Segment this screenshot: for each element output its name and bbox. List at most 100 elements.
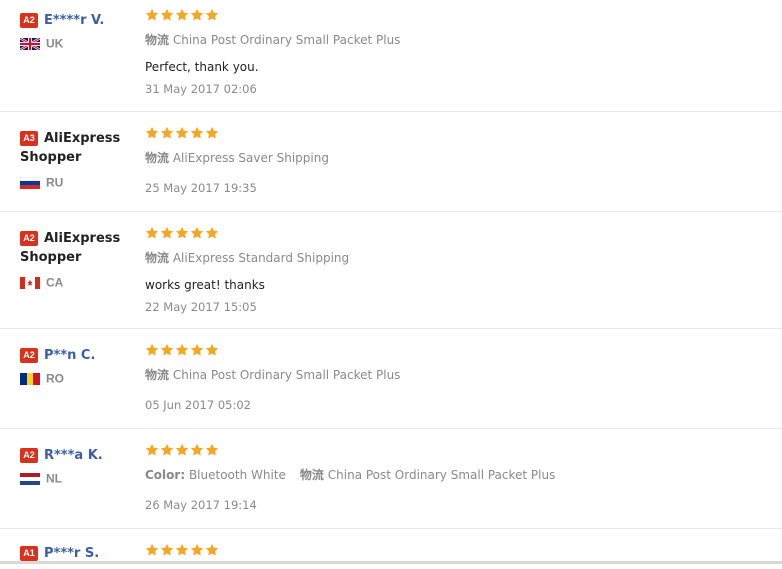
star-rating: [145, 543, 782, 561]
color-label: Color:: [145, 468, 186, 482]
star-icon: [190, 343, 204, 357]
shipping-method: AliExpress Standard Shipping: [172, 251, 350, 265]
reviewer-name[interactable]: R***a K.: [44, 448, 103, 463]
shipping-label: 物流: [145, 151, 170, 165]
star-icon: [145, 443, 159, 457]
country-code: CA: [46, 275, 64, 290]
product-info: Color: Bluetooth White 物流 China Post Ordi…: [145, 466, 782, 483]
star-icon: [190, 443, 204, 457]
star-icon: [145, 343, 159, 357]
buyer-level-badge: A2: [20, 448, 38, 463]
shipping-info: 物流 China Post Ordinary Small Packet Plus: [145, 31, 782, 48]
star-icon: [160, 543, 174, 557]
review-comment: Perfect, thank you.: [145, 60, 259, 74]
star-icon: [205, 543, 219, 557]
country-code: RO: [46, 371, 64, 386]
star-rating: [145, 126, 782, 144]
review-date: 22 May 2017 15:05: [145, 300, 257, 314]
review-date: 31 May 2017 02:06: [145, 82, 257, 96]
reviewer-country: UK: [20, 36, 138, 51]
star-icon: [190, 226, 204, 240]
shipping-label: 物流: [145, 368, 170, 382]
reviewer-info: A1 P***r S.: [20, 543, 138, 562]
reviewer-name: AliExpress: [44, 231, 121, 246]
shipping-label: 物流: [145, 251, 170, 265]
review-content: [145, 543, 782, 561]
country-code: UK: [46, 36, 64, 51]
star-icon: [160, 443, 174, 457]
star-icon: [160, 226, 174, 240]
uk-flag-icon: [20, 37, 40, 50]
romania-flag-icon: [20, 372, 40, 385]
star-icon: [160, 343, 174, 357]
reviewer-info: A2 P**n C. RO: [20, 345, 138, 386]
reviewer-info: A2 E****r V. UK: [20, 10, 138, 51]
buyer-level-badge: A1: [20, 546, 38, 561]
russia-flag-icon: [20, 176, 40, 189]
reviewer-name-line2: Shopper: [20, 150, 82, 165]
review-content: 物流 AliExpress Standard Shipping works gr…: [145, 226, 782, 314]
review-content: 物流 AliExpress Saver Shipping 25 May 2017…: [145, 126, 782, 195]
review-content: Color: Bluetooth White 物流 China Post Ordi…: [145, 443, 782, 512]
review-date: 26 May 2017 19:14: [145, 498, 257, 512]
reviewer-name[interactable]: P***r S.: [44, 546, 99, 561]
reviewer-country: RO: [20, 371, 138, 386]
star-icon: [175, 126, 189, 140]
shipping-info: 物流 AliExpress Saver Shipping: [145, 149, 782, 166]
star-icon: [205, 126, 219, 140]
star-icon: [205, 8, 219, 22]
star-icon: [160, 126, 174, 140]
review-date: 25 May 2017 19:35: [145, 181, 257, 195]
star-icon: [145, 543, 159, 557]
star-rating: [145, 8, 782, 26]
buyer-level-badge: A2: [20, 13, 38, 28]
shipping-method: China Post Ordinary Small Packet Plus: [327, 468, 556, 482]
shipping-method: China Post Ordinary Small Packet Plus: [172, 33, 401, 47]
reviewer-name: AliExpress: [44, 131, 121, 146]
star-icon: [175, 226, 189, 240]
reviewer-info: A3 AliExpress Shopper RU: [20, 128, 138, 190]
netherlands-flag-icon: [20, 472, 40, 485]
star-rating: [145, 443, 782, 461]
review-item: A2 R***a K. NL Color: Bluetooth White 物流 C…: [0, 429, 782, 529]
shipping-label: 物流: [299, 468, 324, 482]
review-item: A2 E****r V. UK 物流 China Post Ordinary Sm…: [0, 0, 782, 112]
reviewer-country: NL: [20, 471, 138, 486]
buyer-level-badge: A3: [20, 131, 38, 146]
star-icon: [205, 443, 219, 457]
reviewer-country: RU: [20, 175, 138, 190]
reviewer-name[interactable]: P**n C.: [44, 348, 95, 363]
reviewer-info: A2 AliExpress Shopper CA: [20, 228, 138, 290]
country-code: RU: [46, 175, 64, 190]
star-icon: [190, 8, 204, 22]
review-content: 物流 China Post Ordinary Small Packet Plus…: [145, 8, 782, 96]
review-item: A2 AliExpress Shopper CA 物流 AliExpress St…: [0, 212, 782, 329]
shipping-label: 物流: [145, 33, 170, 47]
review-item: A3 AliExpress Shopper RU 物流 AliExpress Sa…: [0, 112, 782, 212]
reviewer-name-line2: Shopper: [20, 250, 82, 265]
star-rating: [145, 226, 782, 244]
star-icon: [175, 343, 189, 357]
canada-flag-icon: [20, 276, 40, 289]
review-item: A2 P**n C. RO 物流 China Post Ordinary Smal…: [0, 329, 782, 429]
star-icon: [190, 126, 204, 140]
star-rating: [145, 343, 782, 361]
feedback-list: A2 E****r V. UK 物流 China Post Ordinary Sm…: [0, 0, 782, 569]
reviewer-name[interactable]: E****r V.: [44, 13, 104, 28]
star-icon: [175, 543, 189, 557]
star-icon: [205, 343, 219, 357]
color-value: Bluetooth White: [188, 468, 286, 482]
shipping-info: 物流 AliExpress Standard Shipping: [145, 249, 782, 266]
reviewer-info: A2 R***a K. NL: [20, 445, 138, 486]
shipping-info: 物流 China Post Ordinary Small Packet Plus: [145, 366, 782, 383]
star-icon: [160, 8, 174, 22]
reviewer-country: CA: [20, 275, 138, 290]
review-date: 05 Jun 2017 05:02: [145, 398, 251, 412]
shipping-method: China Post Ordinary Small Packet Plus: [172, 368, 401, 382]
star-icon: [145, 226, 159, 240]
star-icon: [190, 543, 204, 557]
star-icon: [175, 443, 189, 457]
review-content: 物流 China Post Ordinary Small Packet Plus…: [145, 343, 782, 412]
star-icon: [205, 226, 219, 240]
shipping-method: AliExpress Saver Shipping: [172, 151, 329, 165]
